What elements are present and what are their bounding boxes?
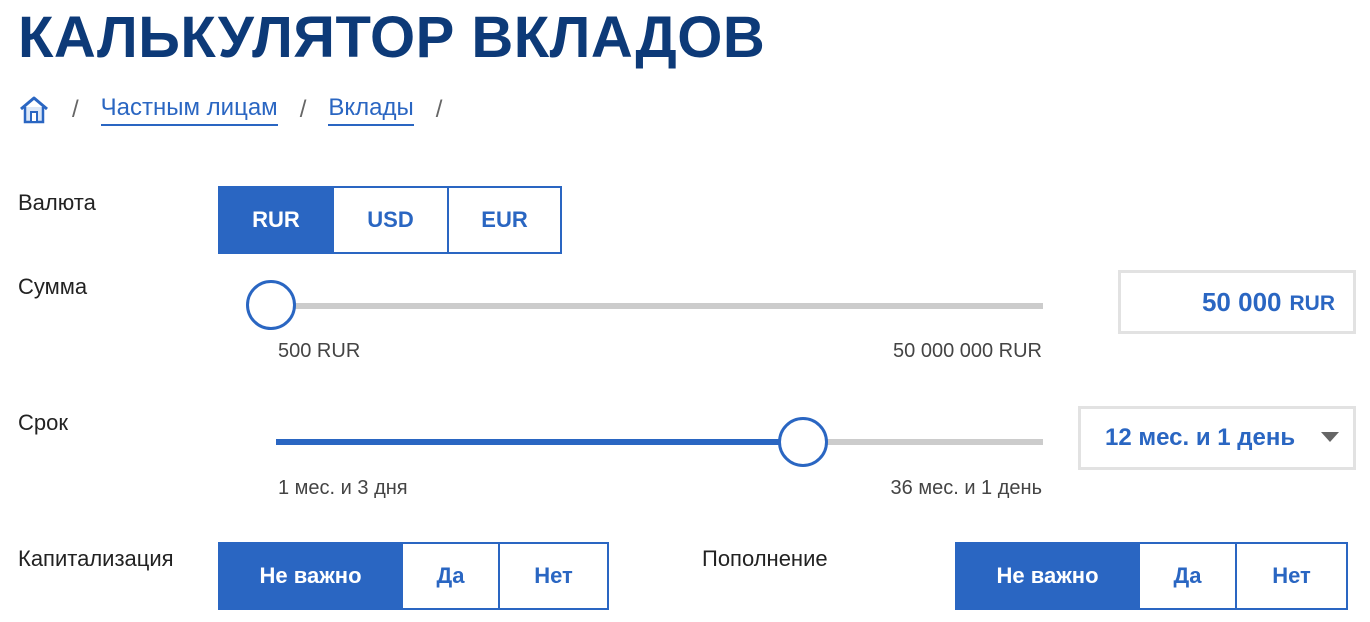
breadcrumb: / Частным лицам / Вклады / (18, 92, 464, 128)
page-title: КАЛЬКУЛЯТОР ВКЛАДОВ (18, 5, 766, 70)
breadcrumb-separator: / (72, 96, 79, 123)
term-selected-value: 12 мес. и 1 день (1105, 424, 1296, 451)
term-max-label: 36 мес. и 1 день (890, 477, 1042, 499)
capitalization-label: Капитализация (18, 546, 174, 571)
caret-down-icon (1321, 432, 1339, 442)
capitalization-option-yes[interactable]: Да (403, 544, 500, 608)
replenishment-option-yes[interactable]: Да (1140, 544, 1237, 608)
term-select[interactable]: 12 мес. и 1 день (1078, 406, 1356, 470)
term-min-label: 1 мес. и 3 дня (278, 477, 408, 499)
replenishment-selector: Не важно Да Нет (955, 542, 1348, 610)
amount-currency: RUR (1289, 292, 1336, 315)
capitalization-option-no[interactable]: Нет (500, 544, 607, 608)
term-slider-track[interactable] (276, 439, 1043, 445)
home-icon[interactable] (18, 94, 50, 126)
amount-max-label: 50 000 000 RUR (893, 340, 1042, 362)
currency-label: Валюта (18, 190, 96, 215)
replenishment-label: Пополнение (702, 546, 828, 571)
breadcrumb-separator: / (435, 96, 443, 123)
term-slider-fill (276, 439, 804, 445)
currency-option-usd[interactable]: USD (334, 188, 449, 252)
term-slider-thumb[interactable] (778, 417, 828, 467)
amount-slider-thumb[interactable] (246, 280, 296, 330)
amount-input[interactable]: 50 000 RUR (1118, 270, 1356, 334)
currency-option-rur[interactable]: RUR (220, 188, 334, 252)
amount-min-label: 500 RUR (278, 340, 361, 362)
breadcrumb-link-deposits[interactable]: Вклады (328, 94, 414, 126)
capitalization-selector: Не важно Да Нет (218, 542, 609, 610)
amount-slider-track[interactable] (276, 303, 1043, 309)
amount-label: Сумма (18, 274, 88, 299)
currency-option-eur[interactable]: EUR (449, 188, 560, 252)
replenishment-option-any[interactable]: Не важно (957, 544, 1140, 608)
breadcrumb-link-private[interactable]: Частным лицам (100, 94, 278, 126)
amount-value: 50 000 (1201, 286, 1282, 317)
breadcrumb-separator: / (299, 96, 307, 123)
currency-selector: RUR USD EUR (218, 186, 562, 254)
term-label: Срок (18, 410, 68, 435)
replenishment-option-no[interactable]: Нет (1237, 544, 1346, 608)
capitalization-option-any[interactable]: Не важно (220, 544, 403, 608)
